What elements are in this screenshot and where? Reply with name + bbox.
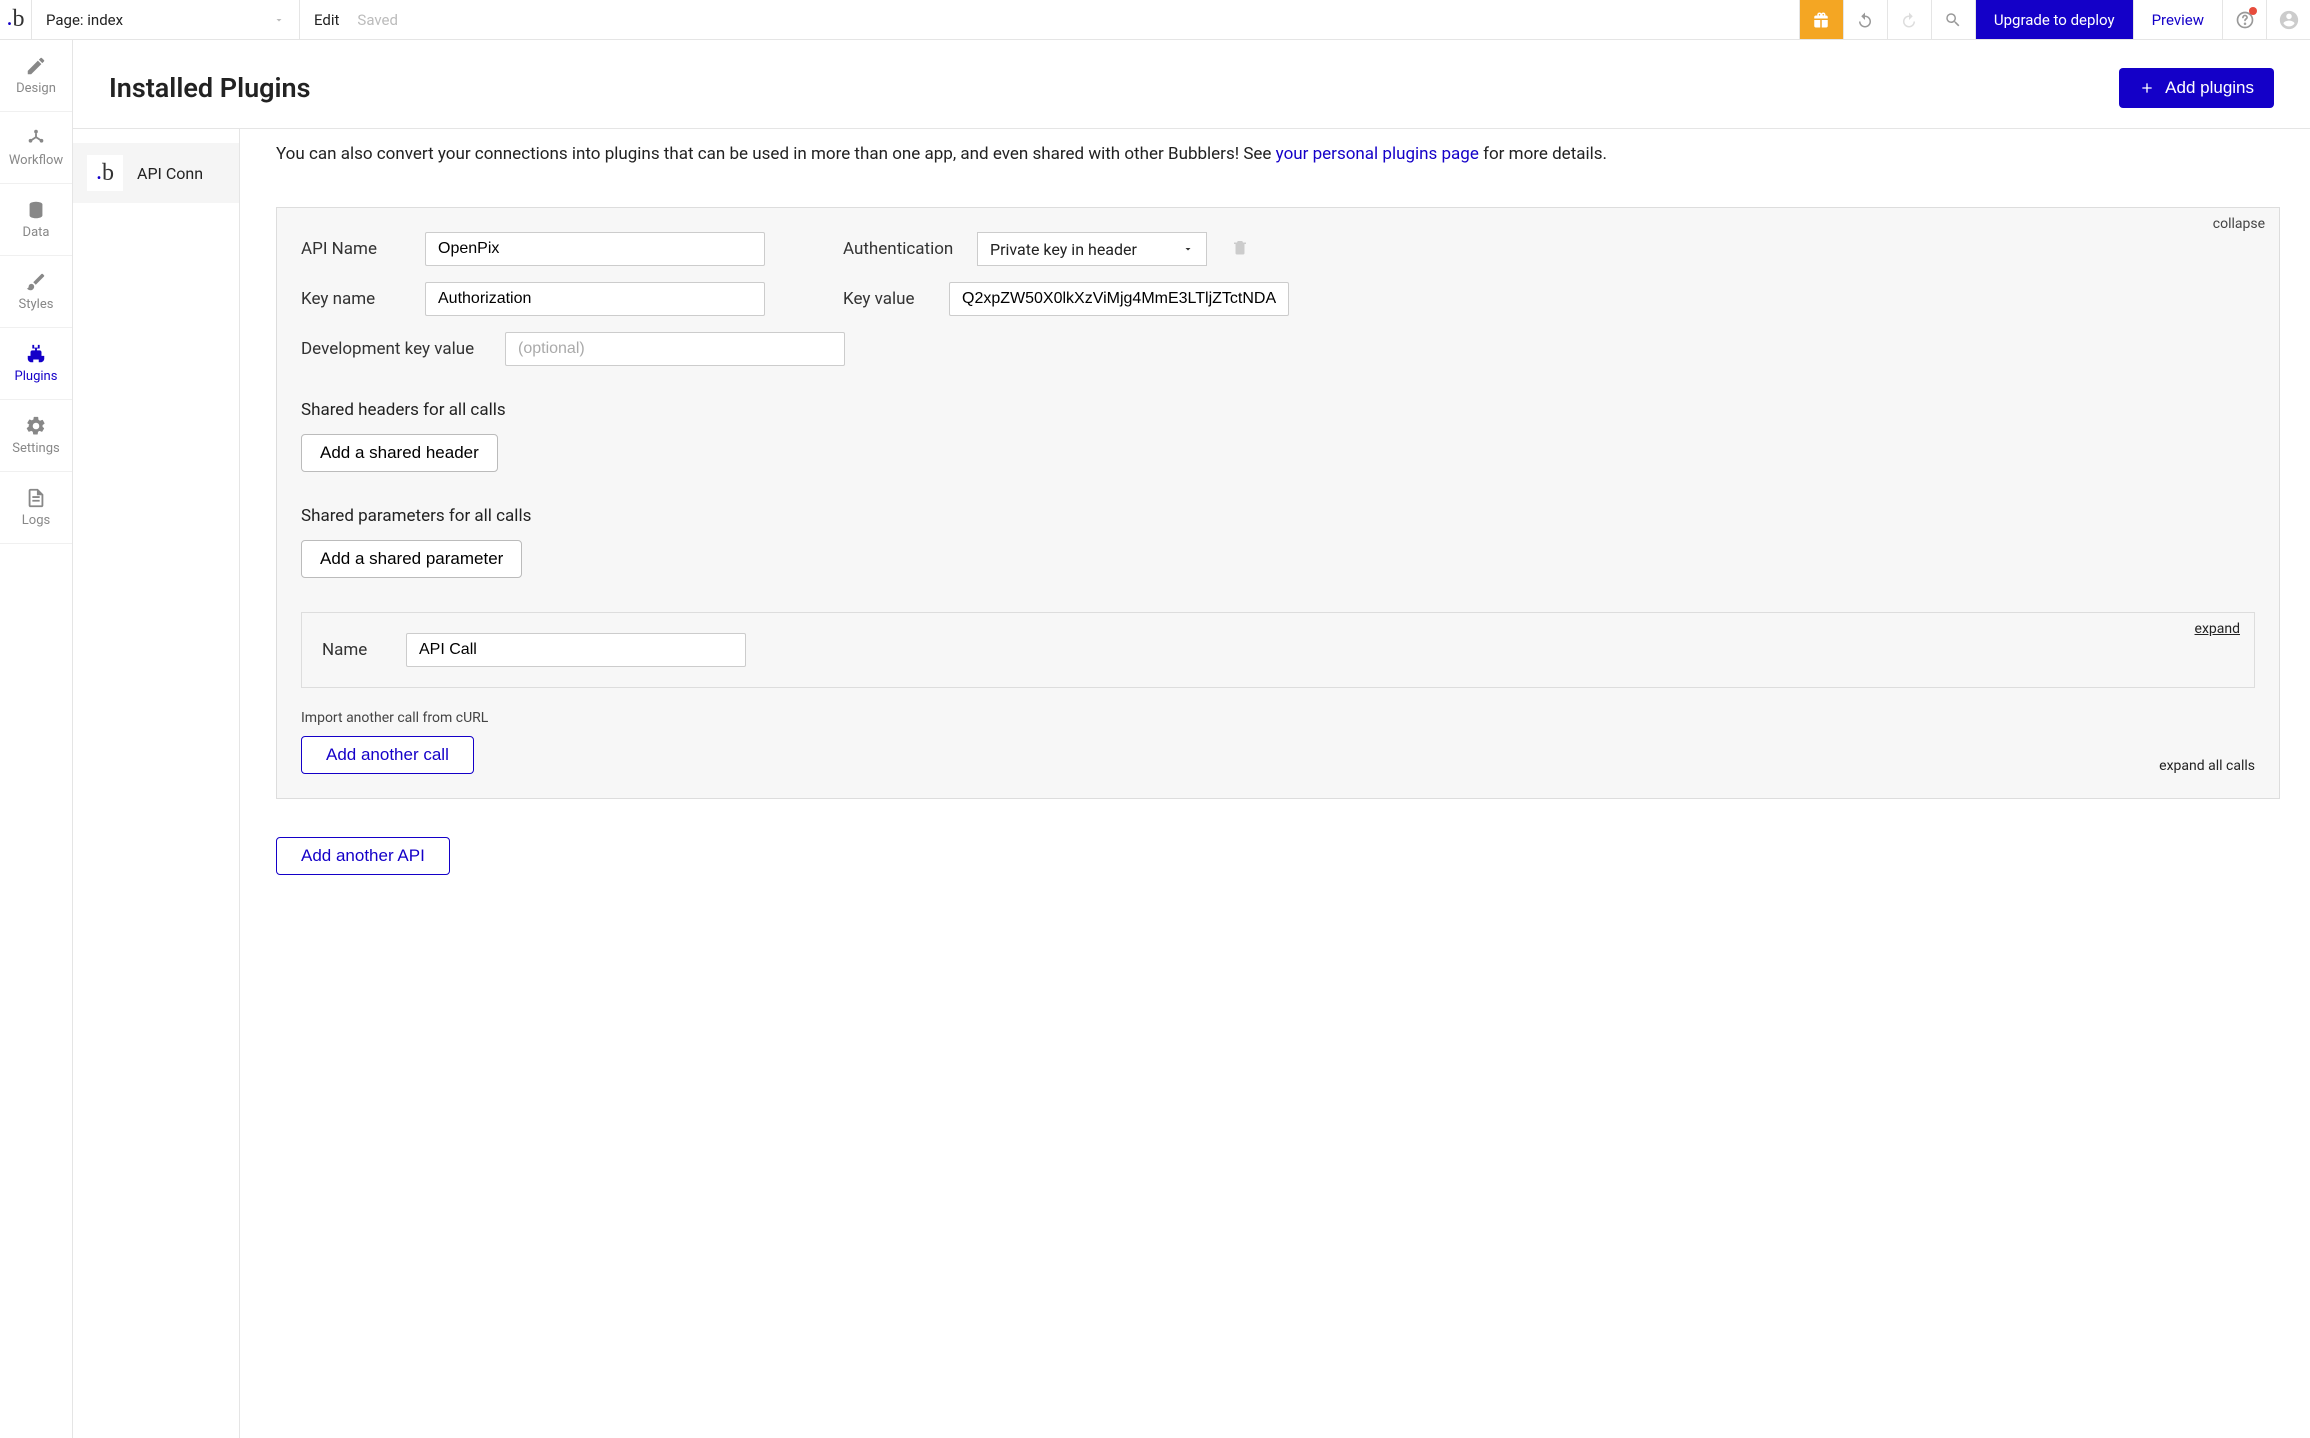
key-value-input[interactable] xyxy=(949,282,1289,316)
redo-icon xyxy=(1900,11,1918,29)
chevron-down-icon xyxy=(1182,243,1194,255)
call-name-input[interactable] xyxy=(406,633,746,667)
plus-icon xyxy=(2139,80,2155,96)
undo-icon xyxy=(1856,11,1874,29)
plugin-list: b API Conn xyxy=(73,129,240,1438)
data-icon xyxy=(25,199,47,221)
add-another-call-button[interactable]: Add another call xyxy=(301,736,474,774)
app-logo[interactable]: b xyxy=(0,0,32,39)
key-name-label: Key name xyxy=(301,289,401,309)
preview-button[interactable]: Preview xyxy=(2133,0,2222,39)
personal-plugins-link[interactable]: your personal plugins page xyxy=(1276,144,1479,164)
main: Installed Plugins Add plugins b API Conn xyxy=(73,40,2310,1438)
expand-link[interactable]: expand xyxy=(2195,621,2240,637)
gear-icon xyxy=(25,415,47,437)
redo-button[interactable] xyxy=(1887,0,1931,39)
add-shared-param-button[interactable]: Add a shared parameter xyxy=(301,540,522,578)
edit-status: Edit Saved xyxy=(300,0,1799,39)
plugin-logo: b xyxy=(87,155,123,191)
edit-label[interactable]: Edit xyxy=(314,11,339,29)
add-another-api-button[interactable]: Add another API xyxy=(276,837,450,875)
sidebar-item-plugins[interactable]: Plugins xyxy=(0,328,72,400)
upgrade-button[interactable]: Upgrade to deploy xyxy=(1975,0,2133,39)
api-call-box: expand Name xyxy=(301,612,2255,688)
search-button[interactable] xyxy=(1931,0,1975,39)
main-header: Installed Plugins Add plugins xyxy=(73,40,2310,129)
logs-icon xyxy=(25,487,47,509)
dev-key-label: Development key value xyxy=(301,339,481,359)
dev-key-input[interactable] xyxy=(505,332,845,366)
key-name-input[interactable] xyxy=(425,282,765,316)
page-label: Page: index xyxy=(46,11,123,29)
sidebar-item-design[interactable]: Design xyxy=(0,40,72,112)
sidebar: Design Workflow Data Styles Plugins Sett… xyxy=(0,40,73,1438)
gift-button[interactable] xyxy=(1799,0,1843,39)
plugin-name: API Conn xyxy=(137,164,203,183)
api-name-input[interactable] xyxy=(425,232,765,266)
call-name-label: Name xyxy=(322,640,382,660)
help-button[interactable] xyxy=(2222,0,2266,39)
page-selector[interactable]: Page: index xyxy=(32,0,300,39)
main-layout: Design Workflow Data Styles Plugins Sett… xyxy=(0,40,2310,1438)
api-name-label: API Name xyxy=(301,239,401,259)
api-group: collapse API Name Authentication Private… xyxy=(276,207,2280,799)
delete-api-button[interactable] xyxy=(1231,238,1249,260)
page-title: Installed Plugins xyxy=(109,72,311,104)
auth-label: Authentication xyxy=(843,239,953,259)
import-curl-label: Import another call from cURL xyxy=(301,710,2255,726)
design-icon xyxy=(25,55,47,77)
saved-label: Saved xyxy=(357,11,398,29)
add-plugins-button[interactable]: Add plugins xyxy=(2119,68,2274,108)
collapse-link[interactable]: collapse xyxy=(2213,216,2265,232)
notification-dot-icon xyxy=(2249,7,2257,15)
bubble-logo-icon: b xyxy=(7,6,25,33)
user-icon xyxy=(2278,9,2300,31)
styles-icon xyxy=(25,271,47,293)
bubble-logo-icon: b xyxy=(96,160,114,187)
intro-text: You can also convert your connections in… xyxy=(276,129,2280,167)
shared-params-label: Shared parameters for all calls xyxy=(301,506,2255,526)
trash-icon xyxy=(1231,238,1249,256)
content-row: b API Conn You can also convert your con… xyxy=(73,129,2310,1438)
top-bar: b Page: index Edit Saved Upgrade to depl… xyxy=(0,0,2310,40)
shared-headers-label: Shared headers for all calls xyxy=(301,400,2255,420)
sidebar-item-styles[interactable]: Styles xyxy=(0,256,72,328)
sidebar-item-data[interactable]: Data xyxy=(0,184,72,256)
key-value-label: Key value xyxy=(843,289,925,309)
account-button[interactable] xyxy=(2266,0,2310,39)
undo-button[interactable] xyxy=(1843,0,1887,39)
plugin-card-api-connector[interactable]: b API Conn xyxy=(73,143,239,203)
workflow-icon xyxy=(25,127,47,149)
expand-all-calls-link[interactable]: expand all calls xyxy=(2159,758,2255,774)
sidebar-item-workflow[interactable]: Workflow xyxy=(0,112,72,184)
plugin-detail: You can also convert your connections in… xyxy=(240,129,2310,1438)
gift-icon xyxy=(1812,11,1830,29)
sidebar-item-logs[interactable]: Logs xyxy=(0,472,72,544)
plugins-icon xyxy=(25,343,47,365)
auth-select[interactable]: Private key in header xyxy=(977,232,1207,266)
topbar-right: Upgrade to deploy Preview xyxy=(1799,0,2310,39)
sidebar-item-settings[interactable]: Settings xyxy=(0,400,72,472)
chevron-down-icon xyxy=(273,14,285,26)
search-icon xyxy=(1944,11,1962,29)
add-shared-header-button[interactable]: Add a shared header xyxy=(301,434,498,472)
